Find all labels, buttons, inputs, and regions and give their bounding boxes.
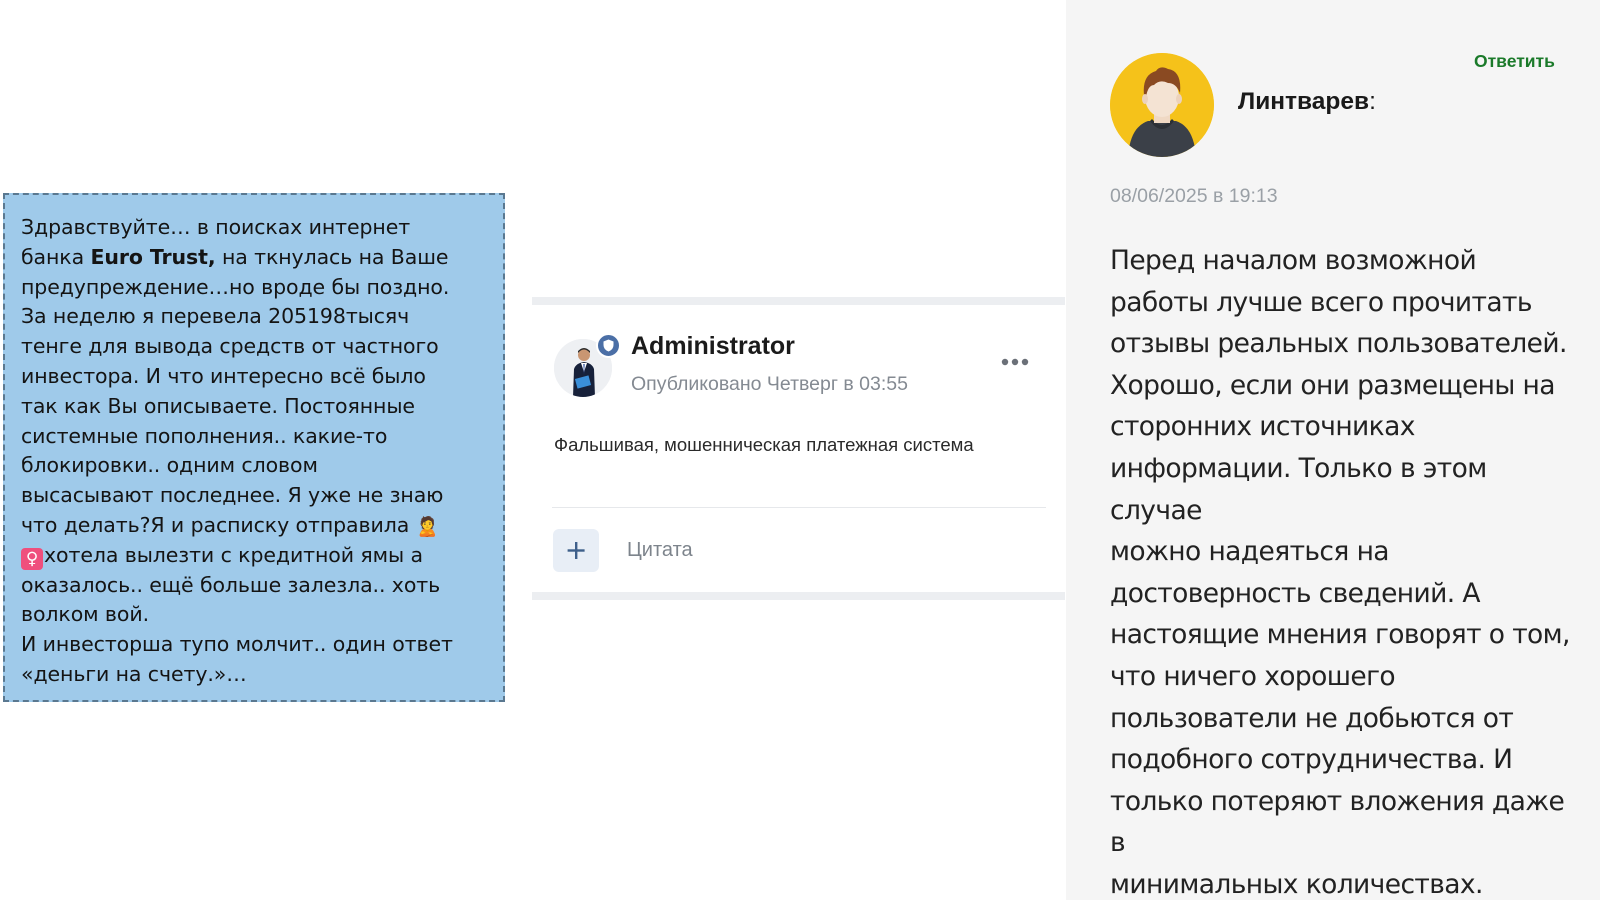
female-sign-emoji-icon: ♀ <box>21 547 43 570</box>
comment-line: отзывы реальных пользователей. <box>1110 328 1567 360</box>
message-line: системные пополнения.. какие-то <box>21 423 388 448</box>
add-button[interactable] <box>553 529 599 572</box>
bank-name: Euro Trust, <box>90 244 216 269</box>
message-line: ♀ хотела вылезти с кредитной ямы а <box>21 541 489 571</box>
post-divider-bottom <box>532 592 1065 600</box>
comment-line: Перед началом возможной <box>1110 245 1477 276</box>
shield-icon <box>596 333 621 358</box>
message-line: волком вой. <box>21 602 149 627</box>
message-card: Здравствуйте… в поисках интернет банка E… <box>3 193 505 702</box>
comment-author[interactable]: Линтварев: <box>1238 88 1376 116</box>
reply-link[interactable]: Ответить <box>1474 51 1555 72</box>
comment-line: минимальных количествах. <box>1110 868 1483 900</box>
message-line: блокировки.. одним словом <box>21 453 318 478</box>
post-text: Фальшивая, мошенническая платежная систе… <box>554 434 974 455</box>
comment-line: что ничего хорошего <box>1110 660 1396 692</box>
message-line: тенге для вывода средств от частного <box>21 334 439 359</box>
message-line: что делать?Я и расписку отправила 🙎 <box>21 511 489 541</box>
post-meta: Опубликовано Четверг в 03:55 <box>631 373 908 395</box>
message-line: предупреждение…но вроде бы поздно. <box>21 274 450 299</box>
comment-line: работы лучше всего прочитать <box>1110 286 1532 318</box>
message-line: За неделю я перевела 205198тысяч <box>21 304 410 329</box>
post-divider <box>552 507 1046 508</box>
message-line: банка Euro Trust, на ткнулась на Ваше <box>21 243 489 273</box>
comment-line: можно надеяться на <box>1110 536 1390 568</box>
quote-button[interactable]: Цитата <box>627 539 693 562</box>
comment-line: пользователи не добьются от <box>1110 702 1514 734</box>
message-line: высасывают последнее. Я уже не знаю <box>21 483 444 508</box>
message-line: так как Вы описываете. Постоянные <box>21 393 415 418</box>
comment-line: информации. Только в этом случае <box>1110 452 1487 526</box>
post-author[interactable]: Administrator <box>631 332 795 361</box>
message-text: банка <box>21 244 91 269</box>
more-options-icon[interactable] <box>1000 355 1030 367</box>
comment-line: настоящие мнения говорят о том, <box>1110 619 1570 651</box>
comment-text: Перед началом возможной работы лучше все… <box>1110 240 1580 906</box>
comment-date: 08/06/2025 в 19:13 <box>1110 185 1278 207</box>
message-line: оказалось.. ещё больше залезла.. хоть <box>21 572 441 597</box>
comment-line: только потеряют вложения даже в <box>1110 785 1565 859</box>
comment-line: сторонних источниках <box>1110 411 1415 443</box>
post-divider-top <box>532 297 1065 305</box>
message-text: хотела вылезти с кредитной ямы а <box>44 542 423 567</box>
author-colon: : <box>1369 88 1376 115</box>
comment-line: Хорошо, если они размещены на <box>1110 369 1556 401</box>
message-line: И инвесторша тупо молчит.. один ответ <box>21 632 453 657</box>
message-line: инвестора. И что интересно всё было <box>21 363 426 388</box>
user-avatar-icon[interactable] <box>1110 53 1214 157</box>
girl-emoji-icon: 🙎 <box>415 515 440 538</box>
comment-line: достоверность сведений. А <box>1110 577 1481 609</box>
message-text: на ткнулась на Ваше <box>215 244 449 269</box>
comment-line: подобного сотрудничества. И <box>1110 744 1513 776</box>
message-line: «деньги на счету.»… <box>21 661 247 686</box>
message-line: Здравствуйте… в поисках интернет <box>21 215 411 239</box>
message-text: что делать?Я и расписку отправила <box>21 512 410 537</box>
comment-author-name[interactable]: Линтварев <box>1238 88 1369 115</box>
